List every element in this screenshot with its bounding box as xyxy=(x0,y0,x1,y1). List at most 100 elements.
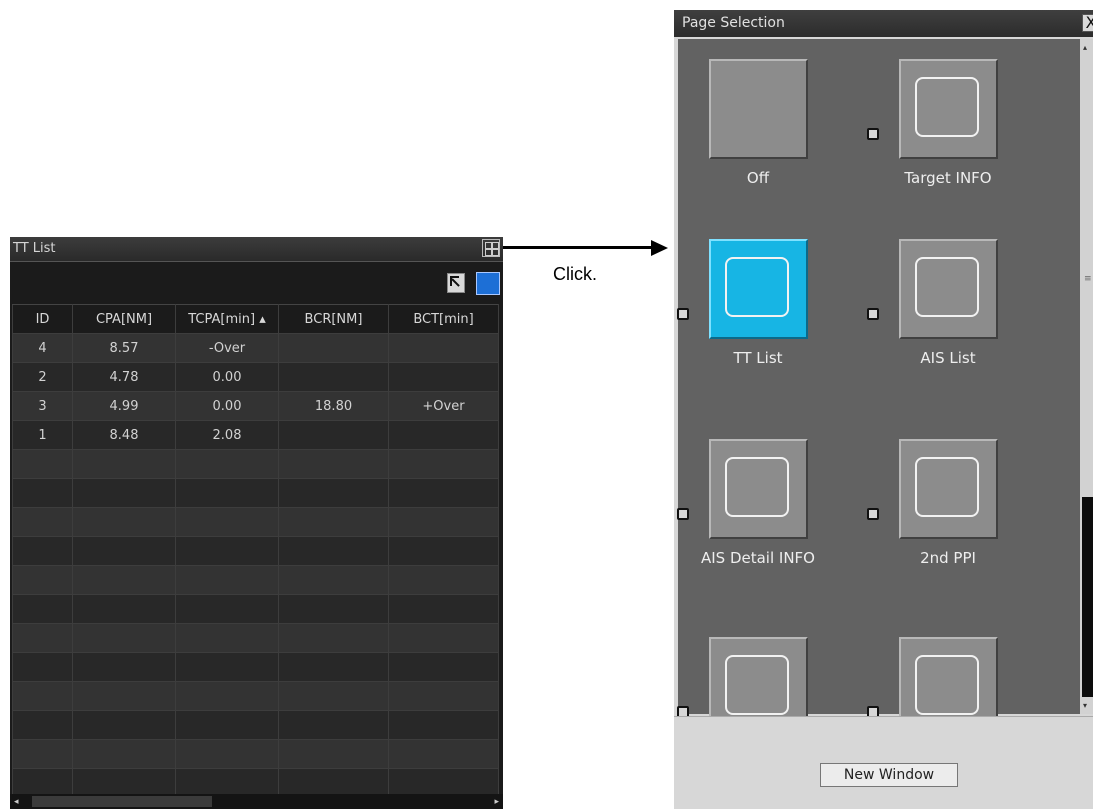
table-cell xyxy=(278,449,389,479)
table-cell xyxy=(388,652,499,682)
table-cell xyxy=(12,652,73,682)
tt-list-titlebar: TT List xyxy=(10,237,503,262)
window-frame-icon xyxy=(915,77,979,137)
column-header[interactable]: TCPA[min] ▴ xyxy=(175,304,279,334)
blue-square-icon[interactable] xyxy=(476,272,500,295)
table-cell xyxy=(388,333,499,363)
page-button[interactable] xyxy=(899,59,998,159)
page-option-target-info[interactable]: Target INFO xyxy=(838,59,1028,229)
table-cell xyxy=(278,362,389,392)
page-option-off[interactable]: Off xyxy=(674,59,838,229)
page-checkbox[interactable] xyxy=(677,308,689,320)
table-row[interactable] xyxy=(12,478,499,508)
page-option-label: TT List xyxy=(733,349,783,367)
table-row[interactable] xyxy=(12,681,499,711)
table-cell xyxy=(175,507,279,537)
scroll-down-icon[interactable]: ▾ xyxy=(1083,701,1087,710)
table-cell xyxy=(388,536,499,566)
table-cell xyxy=(175,449,279,479)
column-header[interactable]: CPA[NM] xyxy=(72,304,176,334)
tt-list-title: TT List xyxy=(13,241,56,256)
page-checkbox[interactable] xyxy=(677,508,689,520)
page-checkbox[interactable] xyxy=(867,308,879,320)
close-button[interactable]: X xyxy=(1082,14,1093,32)
table-cell xyxy=(278,623,389,653)
page-selection-title: Page Selection xyxy=(682,15,785,31)
new-window-button[interactable]: New Window xyxy=(820,763,958,787)
table-cell: +Over xyxy=(388,391,499,421)
scrollbar-track xyxy=(1082,497,1093,697)
table-cell xyxy=(278,594,389,624)
table-cell xyxy=(388,565,499,595)
scroll-up-icon[interactable]: ▴ xyxy=(1083,43,1087,52)
window-frame-icon xyxy=(915,457,979,517)
table-row[interactable] xyxy=(12,710,499,740)
table-cell xyxy=(278,652,389,682)
page-selection-dialog: Page Selection X Off Target INFO TT List AI… xyxy=(674,10,1093,809)
scroll-right-icon[interactable]: ▸ xyxy=(494,797,499,807)
table-cell: 4.99 xyxy=(72,391,176,421)
table-row[interactable] xyxy=(12,652,499,682)
table-cell xyxy=(278,710,389,740)
table-cell: 0.00 xyxy=(175,391,279,421)
table-cell xyxy=(278,333,389,363)
scroll-left-icon[interactable]: ◂ xyxy=(14,797,19,807)
table-cell: 2.08 xyxy=(175,420,279,450)
table-row[interactable] xyxy=(12,623,499,653)
table-cell xyxy=(12,507,73,537)
table-row[interactable] xyxy=(12,565,499,595)
horizontal-scrollbar[interactable]: ◂ ▸ xyxy=(10,794,503,809)
page-selection-grid: Off Target INFO TT List AIS List AIS Detail … xyxy=(677,39,1080,737)
window-frame-icon xyxy=(915,257,979,317)
table-cell xyxy=(175,623,279,653)
column-header[interactable]: BCR[NM] xyxy=(278,304,389,334)
page-checkbox[interactable] xyxy=(867,508,879,520)
column-header[interactable]: BCT[min] xyxy=(388,304,499,334)
page-option-ais-detail-info[interactable]: AIS Detail INFO xyxy=(674,439,838,609)
table-row[interactable]: 3 4.99 0.00 18.80 +Over xyxy=(12,391,499,421)
table-cell xyxy=(388,507,499,537)
table-row[interactable] xyxy=(12,739,499,769)
table-row[interactable] xyxy=(12,507,499,537)
table-cell xyxy=(72,478,176,508)
table-cell xyxy=(12,565,73,595)
table-row[interactable]: 2 4.78 0.00 xyxy=(12,362,499,392)
table-row[interactable] xyxy=(12,449,499,479)
table-cell xyxy=(278,420,389,450)
table-cell: 0.00 xyxy=(175,362,279,392)
grid-layout-icon[interactable] xyxy=(482,239,500,257)
page-button[interactable] xyxy=(709,59,808,159)
page-option-label: 2nd PPI xyxy=(920,549,976,567)
page-selection-footer: New Window xyxy=(674,716,1093,809)
window-frame-icon xyxy=(725,457,789,517)
page-checkbox[interactable] xyxy=(867,128,879,140)
table-cell xyxy=(175,739,279,769)
page-option-2nd-ppi[interactable]: 2nd PPI xyxy=(838,439,1028,609)
table-cell xyxy=(12,594,73,624)
table-cell xyxy=(72,623,176,653)
table-cell xyxy=(12,623,73,653)
table-cell xyxy=(278,478,389,508)
column-header[interactable]: ID xyxy=(12,304,73,334)
page-button[interactable] xyxy=(709,439,808,539)
table-row[interactable] xyxy=(12,536,499,566)
table-cell xyxy=(388,739,499,769)
page-button[interactable] xyxy=(899,239,998,339)
table-cell xyxy=(72,594,176,624)
table-row[interactable]: 1 8.48 2.08 xyxy=(12,420,499,450)
page-option-ais-list[interactable]: AIS List xyxy=(838,239,1028,409)
window-frame-icon xyxy=(915,655,979,715)
table-row[interactable] xyxy=(12,594,499,624)
table-row[interactable]: 4 8.57 -Over xyxy=(12,333,499,363)
scroll-grip-icon[interactable]: ≡ xyxy=(1084,274,1092,284)
vertical-scrollbar[interactable]: ▴ ≡ ▾ xyxy=(1080,39,1093,714)
table-cell xyxy=(388,449,499,479)
page-option-label: Target INFO xyxy=(904,169,992,187)
pin-icon[interactable] xyxy=(447,273,465,293)
scrollbar-thumb[interactable] xyxy=(32,796,212,807)
table-cell: 8.48 xyxy=(72,420,176,450)
page-option-tt-list[interactable]: TT List xyxy=(674,239,838,409)
page-button[interactable] xyxy=(899,439,998,539)
table-cell xyxy=(278,536,389,566)
page-button[interactable] xyxy=(709,239,808,339)
